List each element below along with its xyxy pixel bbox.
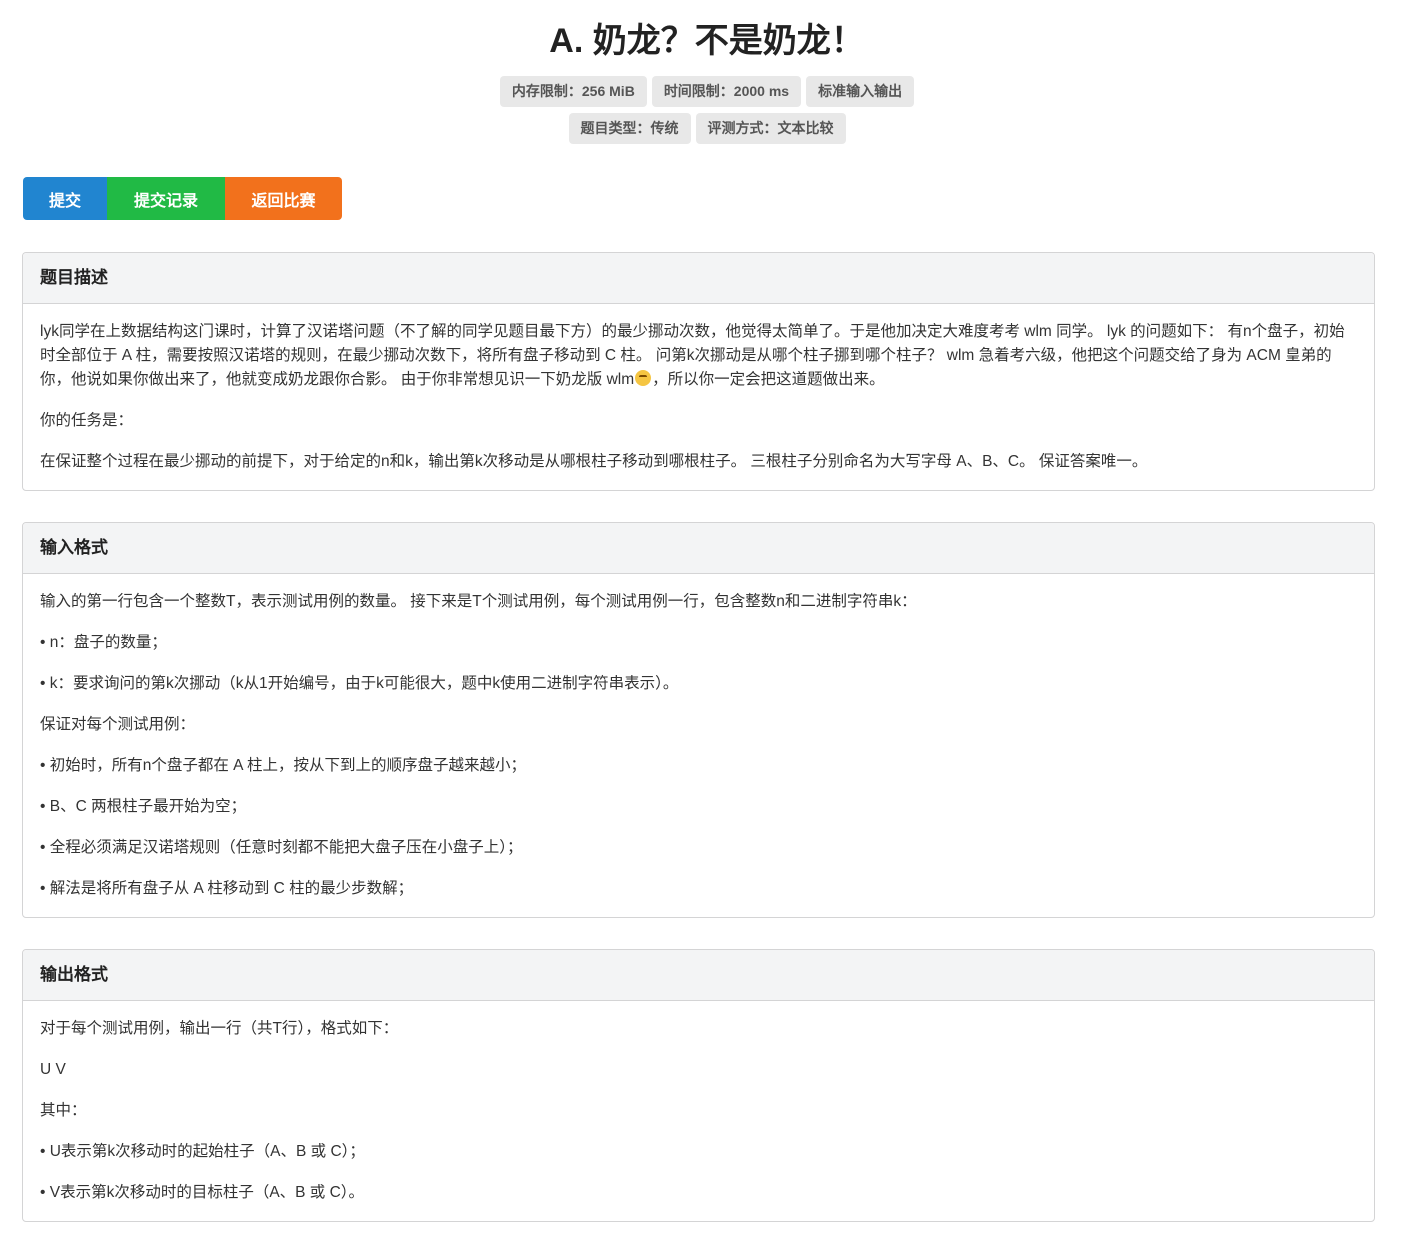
description-paragraph: lyk同学在上数据结构这门课时，计算了汉诺塔问题（不了解的同学见题目最下方）的最…: [40, 320, 1357, 392]
input-format-body: 输入的第一行包含一个整数T，表示测试用例的数量。 接下来是T个测试用例，每个测试…: [23, 574, 1374, 917]
description-body: lyk同学在上数据结构这门课时，计算了汉诺塔问题（不了解的同学见题目最下方）的最…: [23, 304, 1374, 490]
input-paragraph: • 初始时，所有n个盘子都在 A 柱上，按从下到上的顺序盘子越来越小；: [40, 757, 526, 774]
output-paragraph: • V表示第k次移动时的目标柱子（A、B 或 C）。: [40, 1184, 365, 1201]
submission-records-button[interactable]: 提交记录: [107, 177, 225, 220]
output-format-header: 输出格式: [23, 950, 1374, 1001]
input-paragraph: • 解法是将所有盘子从 A 柱移动到 C 柱的最少步数解；: [40, 880, 414, 897]
output-paragraph: 其中：: [40, 1102, 87, 1119]
input-format-header: 输入格式: [23, 523, 1374, 574]
description-section: 题目描述 lyk同学在上数据结构这门课时，计算了汉诺塔问题（不了解的同学见题目最…: [22, 252, 1375, 491]
description-header: 题目描述: [23, 253, 1374, 304]
back-to-contest-button[interactable]: 返回比赛: [225, 177, 342, 220]
output-paragraph: U V: [40, 1061, 66, 1078]
task-paragraph: 在保证整个过程在最少挪动的前提下，对于给定的n和k，输出第k次移动是从哪根柱子移…: [40, 453, 1148, 470]
io-mode-badge: 标准输入输出: [806, 76, 915, 107]
input-paragraph: • k：要求询问的第k次挪动（k从1开始编号，由于k可能很大，题中k使用二进制字…: [40, 675, 679, 692]
output-format-body: 对于每个测试用例，输出一行（共T行），格式如下： U V 其中： • U表示第k…: [23, 1001, 1374, 1221]
type-badge-row: 题目类型：传统 评测方式：文本比较: [0, 113, 1414, 144]
input-paragraph: • n：盘子的数量；: [40, 634, 167, 651]
page-title: A. 奶龙？不是奶龙！: [549, 22, 865, 60]
limits-badge-row: 内存限制：256 MiB 时间限制：2000 ms 标准输入输出: [0, 76, 1414, 107]
problem-type-badge: 题目类型：传统: [568, 113, 691, 144]
output-paragraph: • U表示第k次移动时的起始柱子（A、B 或 C）；: [40, 1143, 365, 1160]
input-paragraph: 保证对每个测试用例：: [40, 716, 196, 733]
crying-face-emoji-icon: [635, 370, 652, 386]
submit-button[interactable]: 提交: [23, 177, 107, 220]
task-label: 你的任务是：: [40, 412, 134, 429]
description-text-end: ，所以你一定会把这道题做出来。: [652, 371, 885, 388]
output-paragraph: 对于每个测试用例，输出一行（共T行），格式如下：: [40, 1020, 399, 1037]
input-paragraph: • B、C 两根柱子最开始为空；: [40, 798, 247, 815]
input-format-section: 输入格式 输入的第一行包含一个整数T，表示测试用例的数量。 接下来是T个测试用例…: [22, 522, 1375, 918]
time-limit-badge: 时间限制：2000 ms: [651, 76, 802, 107]
input-paragraph: 输入的第一行包含一个整数T，表示测试用例的数量。 接下来是T个测试用例，每个测试…: [40, 593, 917, 610]
memory-limit-badge: 内存限制：256 MiB: [499, 76, 647, 107]
input-paragraph: • 全程必须满足汉诺塔规则（任意时刻都不能把大盘子压在小盘子上）；: [40, 839, 523, 856]
action-button-group: 提交 提交记录 返回比赛: [23, 177, 342, 220]
judge-method-badge: 评测方式：文本比较: [695, 113, 846, 144]
output-format-section: 输出格式 对于每个测试用例，输出一行（共T行），格式如下： U V 其中： • …: [22, 949, 1375, 1222]
